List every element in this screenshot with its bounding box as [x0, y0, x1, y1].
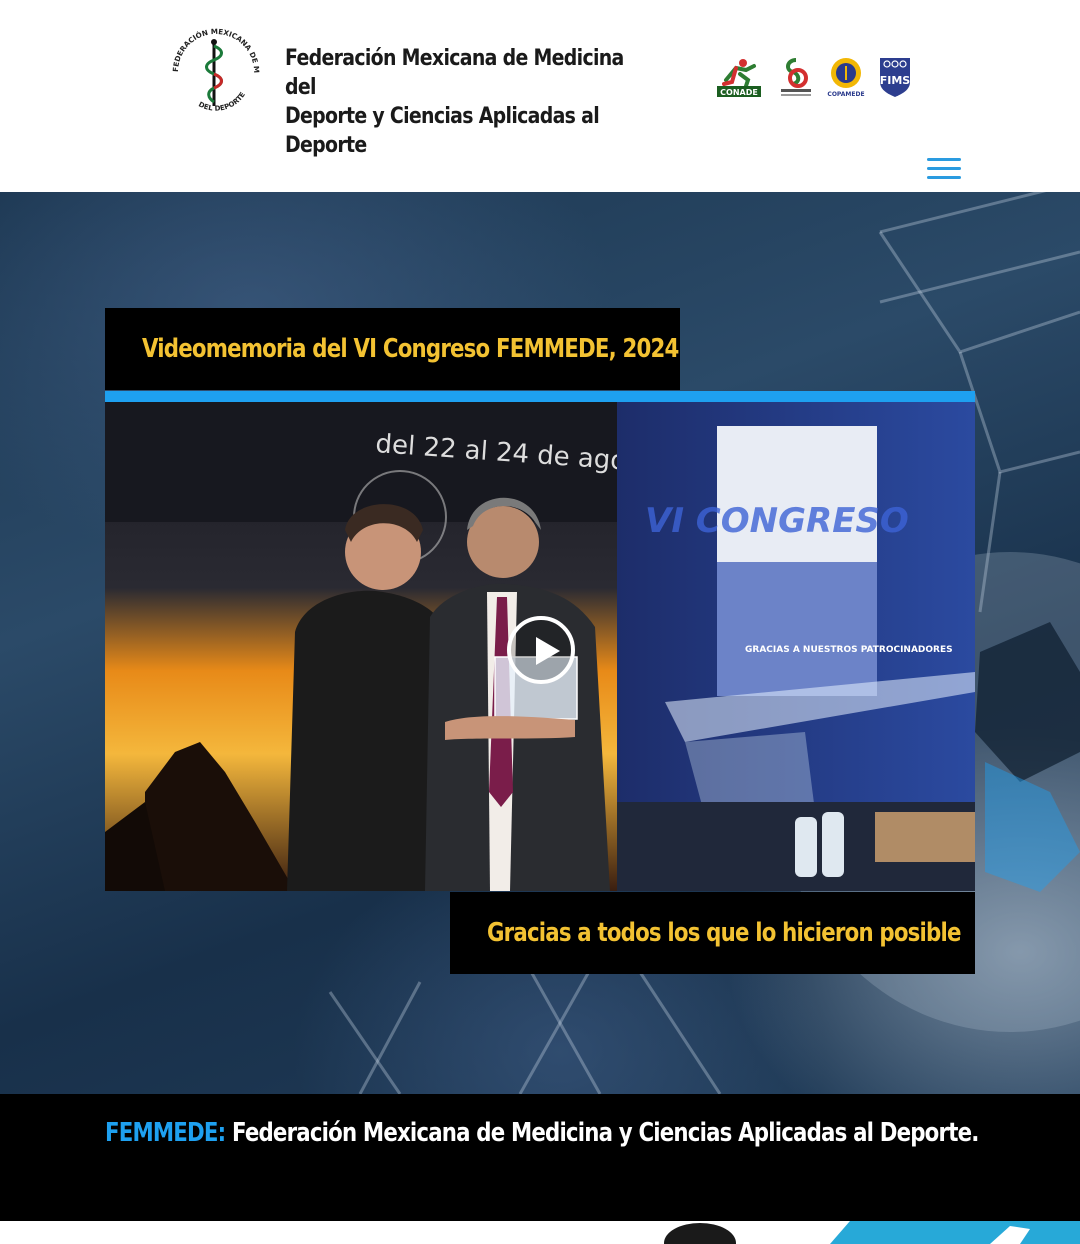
next-section-image	[664, 1221, 1080, 1244]
sports-federation-logo[interactable]	[777, 56, 815, 98]
video-screen-text: VI CONGRESO	[645, 501, 909, 541]
hamburger-menu-icon[interactable]	[927, 158, 961, 186]
menu-line	[927, 176, 961, 179]
next-section-preview	[0, 1221, 1080, 1244]
video-caption: Gracias a todos los que lo hicieron posi…	[487, 918, 961, 948]
copamede-logo[interactable]: COPAMEDE	[827, 56, 865, 98]
copamede-label: COPAMEDE	[827, 91, 864, 98]
conade-label: CONADE	[720, 88, 758, 97]
site-title[interactable]: Federación Mexicana de Medicina del Depo…	[285, 44, 646, 160]
fims-label: FIMS	[880, 74, 911, 87]
video-caption-box: Gracias a todos los que lo hicieron posi…	[450, 892, 975, 974]
fims-logo[interactable]: FIMS	[876, 56, 914, 98]
copamede-icon: COPAMEDE	[827, 58, 865, 98]
video-player[interactable]: del 22 al 24 de ago. VI CONGRESO GRACIAS…	[105, 402, 975, 891]
site-header: FEDERACIÓN MEXICANA DE MEDICINA DEL DEPO…	[0, 0, 1080, 192]
video-title-box: Videomemoria del VI Congreso FEMMEDE, 20…	[105, 308, 680, 390]
video-screen-subtext: GRACIAS A NUESTROS PATROCINADORES	[745, 645, 953, 655]
svg-text:DEL DEPORTE: DEL DEPORTE	[197, 91, 247, 113]
tagline-text: Federación Mexicana de Medicina y Cienci…	[225, 1118, 979, 1148]
tagline: FEMMEDE: Federación Mexicana de Medicina…	[105, 1118, 979, 1148]
tagline-brand: FEMMEDE:	[105, 1118, 226, 1148]
site-title-line-1: Federación Mexicana de Medicina del	[285, 46, 624, 100]
hero-section: Videomemoria del VI Congreso FEMMEDE, 20…	[0, 192, 1080, 1094]
menu-line	[927, 158, 961, 161]
conade-logo[interactable]: CONADE	[716, 56, 762, 98]
logo-ring-text-bottom: DEL DEPORTE	[197, 91, 247, 113]
femmede-logo[interactable]: FEDERACIÓN MEXICANA DE MEDICINA DEL DEPO…	[163, 19, 266, 118]
tagline-band: FEMMEDE: Federación Mexicana de Medicina…	[0, 1094, 1080, 1221]
play-icon[interactable]	[507, 616, 575, 684]
conade-icon: CONADE	[717, 59, 761, 97]
video-title: Videomemoria del VI Congreso FEMMEDE, 20…	[142, 334, 679, 364]
fims-icon: FIMS	[880, 58, 911, 97]
sports-federation-icon	[781, 58, 811, 96]
video-accent-bar	[105, 391, 975, 402]
site-title-line-2: Deporte y Ciencias Aplicadas al Deporte	[285, 104, 600, 158]
menu-line	[927, 167, 961, 170]
